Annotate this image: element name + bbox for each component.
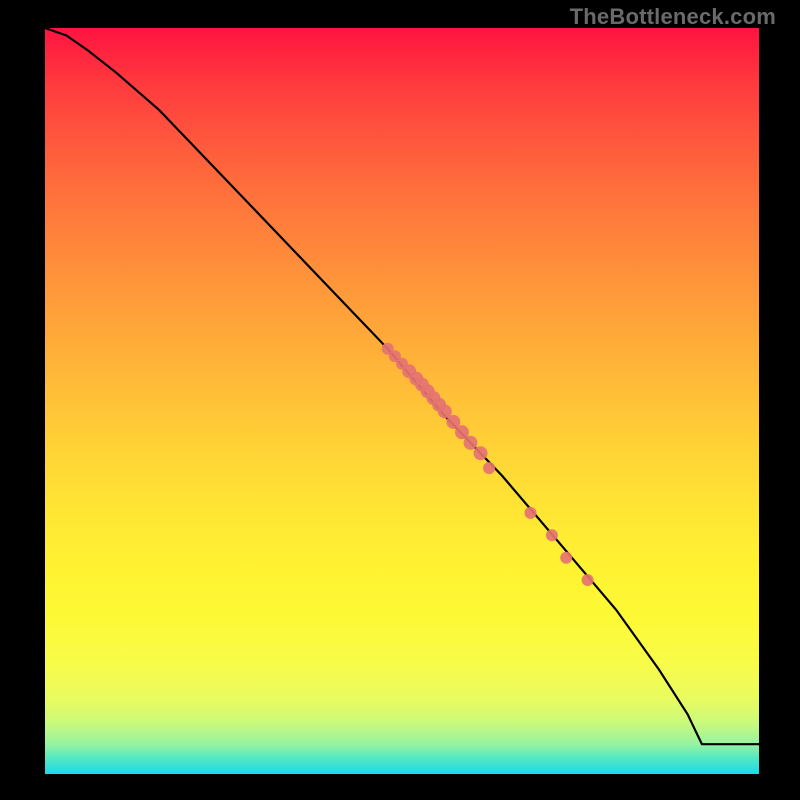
data-point [474,446,488,460]
line-series-main [45,28,759,744]
data-point [582,574,594,586]
watermark-text: TheBottleneck.com [570,4,776,30]
chart-svg [45,28,759,774]
data-point [464,436,478,450]
data-point-group [382,343,594,586]
plot-area [45,28,759,774]
data-point [483,462,495,474]
data-point [560,552,572,564]
data-point [546,529,558,541]
data-point [525,507,537,519]
chart-frame: TheBottleneck.com [0,0,800,800]
